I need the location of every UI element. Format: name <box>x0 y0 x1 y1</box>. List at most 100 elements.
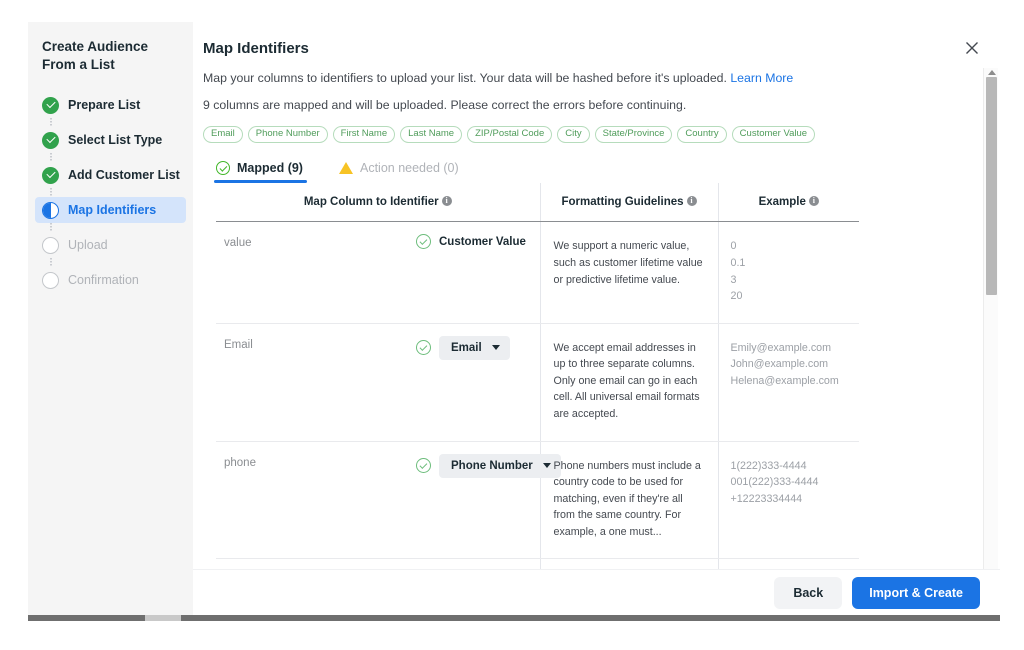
identifier-control: Phone Number <box>416 453 561 478</box>
identifier-label: Customer Value <box>439 235 526 248</box>
column-header-label: Formatting Guidelines <box>561 196 684 209</box>
cell-example: 0 0.1 3 20 <box>717 221 859 324</box>
tab-label: Mapped (9) <box>237 161 303 176</box>
warning-triangle-icon <box>338 162 353 175</box>
identifier-chip: Customer Value <box>731 125 816 144</box>
scroll-up-arrow-icon[interactable] <box>988 70 996 75</box>
wizard-steps: Prepare List Select List Type Add Custom… <box>28 92 193 293</box>
source-column-name: phone <box>224 456 256 469</box>
guidelines-text: We support a numeric value, such as cust… <box>553 240 703 286</box>
identifier-dropdown-label: Phone Number <box>451 459 533 472</box>
table-row: value Customer Value We support a numeri… <box>216 221 859 324</box>
check-circle-icon <box>42 96 59 114</box>
learn-more-link[interactable]: Learn More <box>730 71 793 85</box>
info-icon[interactable]: i <box>808 196 819 207</box>
wizard-sidebar: Create Audience From a List Prepare List… <box>28 22 193 616</box>
page-description: Map your columns to identifiers to uploa… <box>203 71 978 87</box>
step-label: Confirmation <box>68 273 139 288</box>
mapping-status-text: 9 columns are mapped and will be uploade… <box>203 97 687 112</box>
identifier-chip: Email <box>203 125 243 144</box>
step-label: Map Identifiers <box>68 203 157 218</box>
description-text: Map your columns to identifiers to uploa… <box>203 71 727 85</box>
step-label: Add Customer List <box>68 168 180 183</box>
identifier-chip-list: Email Phone Number First Name Last Name … <box>203 125 978 144</box>
import-and-create-button[interactable]: Import & Create <box>852 577 980 609</box>
column-header-example: Example i <box>718 183 859 223</box>
table-row: Email Email We accept email addresses in… <box>216 323 859 442</box>
cell-example: 1(222)333-4444 001(222)333-4444 +1222333… <box>717 441 859 560</box>
identifier-chip: ZIP/Postal Code <box>467 125 553 144</box>
source-column-name: Email <box>224 338 253 351</box>
back-button[interactable]: Back <box>774 577 843 609</box>
tab-mapped[interactable]: Mapped (9) <box>214 161 307 184</box>
close-icon[interactable] <box>962 38 982 58</box>
sidebar-step-prepare-list[interactable]: Prepare List <box>35 92 186 128</box>
empty-circle-icon <box>42 236 59 254</box>
cell-formatting-guidelines: Phone numbers must include a country cod… <box>539 441 718 560</box>
cell-map-column: phone Phone Number <box>216 441 561 560</box>
main-content: Map Identifiers Map your columns to iden… <box>193 40 1000 616</box>
sidebar-step-confirmation[interactable]: Confirmation <box>35 267 186 293</box>
tab-bar: Mapped (9) Action needed (0) <box>214 161 978 184</box>
cell-formatting-guidelines: We accept email addresses in up to three… <box>539 323 718 442</box>
identifier-dropdown[interactable]: Phone Number <box>439 453 561 478</box>
half-circle-icon <box>42 201 59 219</box>
cell-formatting-guidelines: We support a numeric value, such as cust… <box>539 221 718 324</box>
example-text: Emily@example.com John@example.com Helen… <box>730 341 839 387</box>
sidebar-step-select-list-type[interactable]: Select List Type <box>35 127 186 163</box>
identifier-chip: City <box>557 125 590 144</box>
horizontal-scrollbar[interactable] <box>28 615 1000 621</box>
example-text: 1(222)333-4444 001(222)333-4444 +1222333… <box>730 459 819 505</box>
vertical-scrollbar[interactable] <box>983 68 998 598</box>
table-header-row: Map Column to Identifier i Formatting Gui… <box>216 183 859 223</box>
check-circle-icon <box>216 161 230 176</box>
identifier-control: Customer Value <box>416 234 526 250</box>
cell-example: Emily@example.com John@example.com Helen… <box>717 323 859 442</box>
step-label: Select List Type <box>68 133 163 148</box>
identifier-control: Email <box>416 335 510 360</box>
mapping-table-wrapper: Map Column to Identifier i Formatting Gui… <box>216 183 978 616</box>
column-header-label: Example <box>758 196 806 209</box>
column-header-map-column: Map Column to Identifier i <box>216 183 541 223</box>
source-column-name: value <box>224 237 252 250</box>
identifier-chip: Phone Number <box>247 125 328 144</box>
empty-circle-icon <box>42 271 59 289</box>
column-header-label: Map Column to Identifier <box>303 196 439 209</box>
dialog-title: Create Audience From a List <box>42 39 149 73</box>
example-text: 0 0.1 3 20 <box>730 240 746 303</box>
info-icon[interactable]: i <box>441 196 452 207</box>
table-row: phone Phone Number Phone numbers must in… <box>216 441 859 560</box>
chevron-down-icon <box>491 345 500 351</box>
info-icon[interactable]: i <box>686 196 697 207</box>
guidelines-text: Phone numbers must include a country cod… <box>553 459 701 538</box>
step-label: Prepare List <box>68 98 141 113</box>
dialog-footer: Back Import & Create <box>193 569 1000 616</box>
identifier-dropdown[interactable]: Email <box>439 335 510 360</box>
identifier-dropdown-label: Email <box>451 341 482 354</box>
guidelines-text: We accept email addresses in up to three… <box>553 341 700 421</box>
create-audience-dialog: Create Audience From a List Prepare List… <box>28 22 1000 616</box>
vertical-scrollbar-thumb[interactable] <box>986 77 997 295</box>
identifier-chip: Country <box>677 125 727 144</box>
horizontal-scrollbar-thumb[interactable] <box>145 615 181 621</box>
tab-label: Action needed (0) <box>359 161 459 176</box>
check-circle-icon <box>42 131 59 149</box>
identifier-chip: Last Name <box>400 125 463 144</box>
check-circle-icon <box>416 340 431 356</box>
main-panel: Map Identifiers Map your columns to iden… <box>193 22 1000 616</box>
check-circle-icon <box>416 234 431 250</box>
cell-map-column: Email Email <box>216 323 540 442</box>
check-circle-icon <box>42 166 59 184</box>
cell-map-column: value Customer Value <box>216 221 540 324</box>
chevron-down-icon <box>542 463 551 469</box>
sidebar-step-add-customer-list[interactable]: Add Customer List <box>35 162 186 198</box>
page-title: Map Identifiers <box>203 40 309 57</box>
check-circle-icon <box>416 458 431 474</box>
identifier-chip: State/Province <box>594 125 673 144</box>
sidebar-step-upload[interactable]: Upload <box>35 232 186 268</box>
step-label: Upload <box>68 238 108 253</box>
identifier-chip: First Name <box>332 125 396 144</box>
sidebar-step-map-identifiers[interactable]: Map Identifiers <box>35 197 186 233</box>
column-header-formatting-guidelines: Formatting Guidelines i <box>540 183 719 223</box>
tab-action-needed[interactable]: Action needed (0) <box>338 161 459 183</box>
